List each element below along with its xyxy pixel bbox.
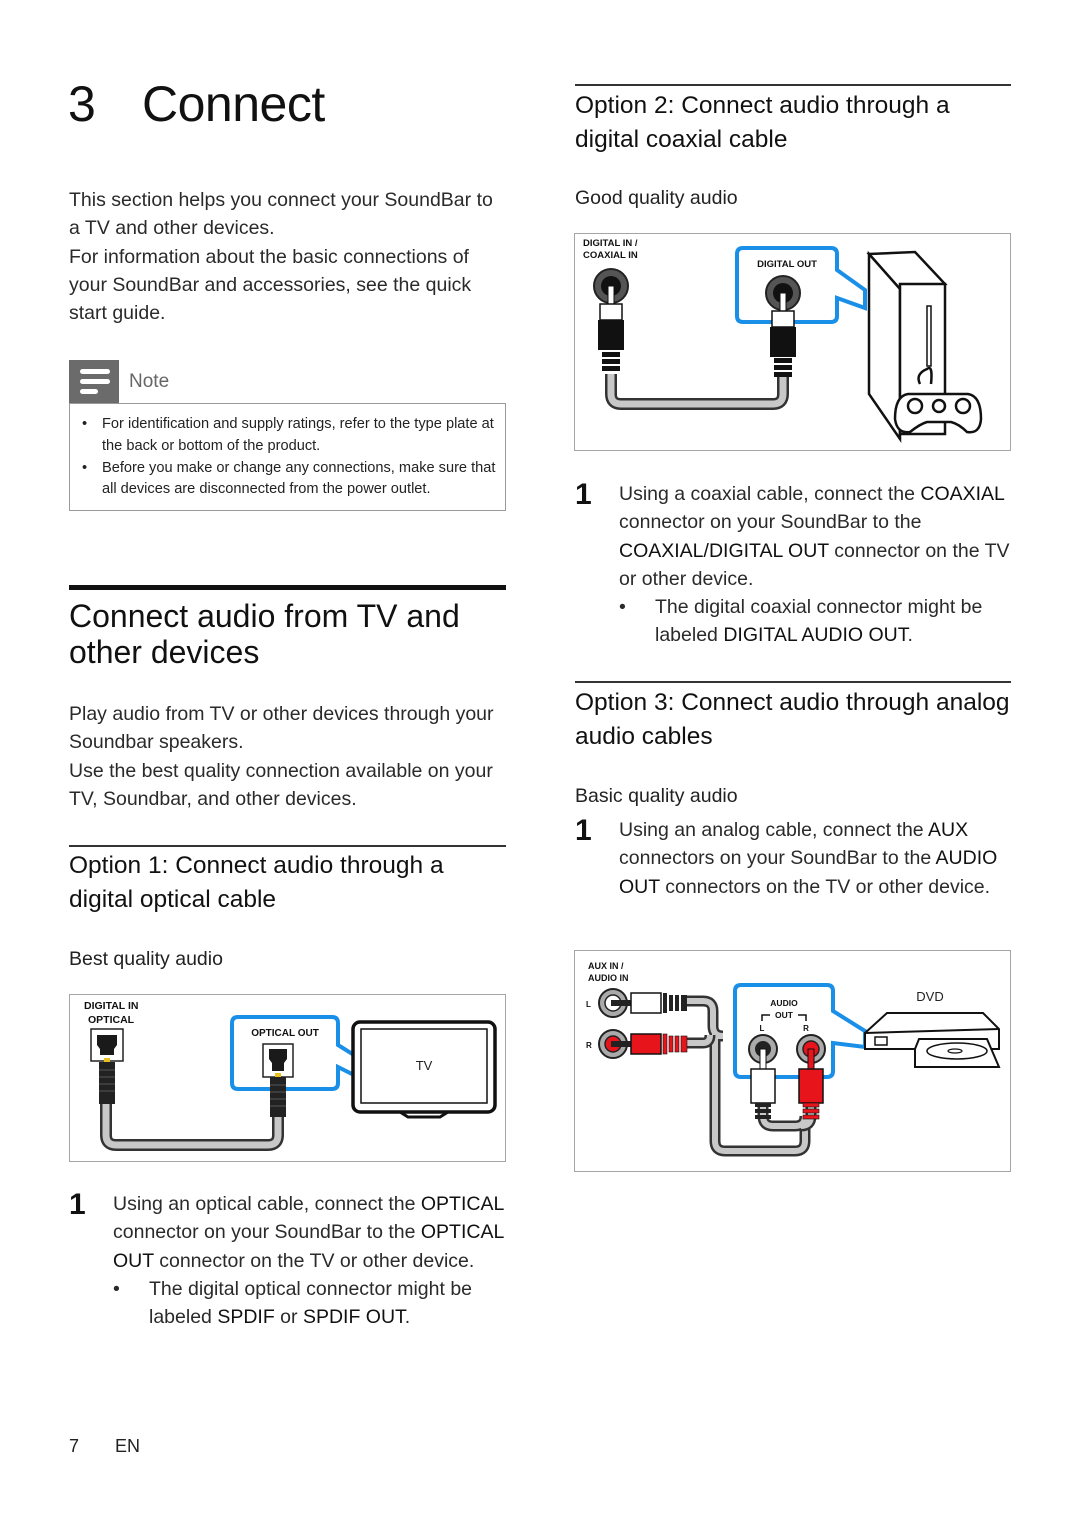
section-rule <box>69 585 506 590</box>
note-list: For identification and supply ratings, r… <box>82 414 497 501</box>
highlight-callout <box>733 983 867 1079</box>
option2-instructions: 1 Using a coaxial cable, connect the COA… <box>575 478 1015 650</box>
option1-rule <box>69 845 506 847</box>
note-header: Note <box>69 360 169 403</box>
option3-rule <box>575 681 1011 683</box>
dvd-label: DVD <box>916 989 943 1004</box>
option2-rule <box>575 84 1011 86</box>
bullet-symbol: • <box>619 596 626 619</box>
optical-plug-icon <box>270 1077 286 1117</box>
device-port-label: DIGITAL OUT <box>757 259 817 270</box>
bullet-text: The digital optical connector might be l… <box>149 1277 473 1329</box>
rca-jack-left-icon <box>598 988 633 1018</box>
intro-paragraph: This section helps you connect your Soun… <box>69 189 493 240</box>
section-title: Connect audio from TV and other devices <box>69 598 460 670</box>
coaxial-connection-diagram: DIGITAL IN / COAXIAL IN DIGITAL OUT <box>574 233 1011 451</box>
step-text: Using an analog cable, connect the AUX c… <box>619 819 998 898</box>
device-port-label: OUT <box>775 1010 794 1020</box>
option3-instructions: 1 Using an analog cable, connect the AUX… <box>575 816 1015 901</box>
soundbar-port-label: DIGITAL IN / <box>583 238 638 249</box>
device-port-label: OPTICAL OUT <box>251 1028 319 1039</box>
note-item: Before you make or change any connection… <box>82 458 497 502</box>
rca-jack-right-icon <box>598 1029 633 1059</box>
option1-quality: Best quality audio <box>69 948 223 970</box>
bullet-symbol: • <box>113 1277 120 1300</box>
soundbar-port-label: AUDIO IN <box>588 973 629 983</box>
optical-cable <box>100 1090 284 1151</box>
section-paragraph: Play audio from TV or other devices thro… <box>69 703 494 754</box>
step-number: 1 <box>575 478 592 511</box>
bullet-text: The digital coaxial connector might be l… <box>655 596 983 647</box>
step-text: Using a coaxial cable, connect the COAXI… <box>619 483 1010 590</box>
right-channel-label: R <box>586 1041 592 1050</box>
left-channel-label: L <box>586 1000 591 1009</box>
optical-plug-icon <box>99 1062 115 1104</box>
rca-plug-white-icon <box>630 992 662 1014</box>
step-item: 1 Using an analog cable, connect the AUX… <box>575 816 1015 901</box>
chapter-heading: 3 Connect <box>68 72 325 136</box>
note-box: For identification and supply ratings, r… <box>69 403 506 511</box>
rca-plug-red-icon <box>798 1068 824 1104</box>
dvd-player-icon <box>864 1012 1001 1068</box>
note-label: Note <box>129 370 170 392</box>
coaxial-plug-icon <box>599 303 623 321</box>
chapter-number: 3 <box>68 76 96 132</box>
step-text: Using an optical cable, connect the OPTI… <box>113 1193 504 1272</box>
option3-quality: Basic quality audio <box>575 785 738 807</box>
section-text: Play audio from TV or other devices thro… <box>69 700 509 813</box>
optical-connection-diagram: DIGITAL IN OPTICAL OPTICAL OUT TV <box>69 994 506 1162</box>
section-paragraph: Use the best quality connection availabl… <box>69 759 493 810</box>
soundbar-port-label: AUX IN / <box>588 961 624 971</box>
rca-plug-white-icon <box>750 1068 776 1104</box>
step-item: 1 Using a coaxial cable, connect the COA… <box>575 478 1015 593</box>
soundbar-port-label: COAXIAL IN <box>583 250 638 261</box>
intro-paragraph: For information about the basic connecti… <box>69 245 472 325</box>
step-number: 1 <box>575 814 592 847</box>
bullet-item: • The digital coaxial connector might be… <box>619 593 1015 650</box>
step-number: 1 <box>69 1188 86 1221</box>
bullet-item: • The digital optical connector might be… <box>113 1275 509 1332</box>
option2-quality: Good quality audio <box>575 187 738 209</box>
svg-text:L: L <box>760 1024 765 1033</box>
page-footer: 7 EN <box>69 1436 140 1457</box>
tv-label: TV <box>416 1058 433 1073</box>
language-code: EN <box>115 1436 141 1456</box>
option2-title: Option 2: Connect audio through a digita… <box>575 92 950 153</box>
step-item: 1 Using an optical cable, connect the OP… <box>69 1190 509 1275</box>
device-port-label: AUDIO <box>770 998 798 1008</box>
page-number: 7 <box>69 1436 80 1456</box>
soundbar-port-label: OPTICAL <box>88 1014 135 1026</box>
option1-title: Option 1: Connect audio through a digita… <box>69 852 444 913</box>
note-item: For identification and supply ratings, r… <box>82 414 497 458</box>
soundbar-port-label: DIGITAL IN <box>84 1000 138 1012</box>
analog-connection-diagram: AUX IN / AUDIO IN L R AUDIO OUT L R DVD <box>574 950 1011 1172</box>
svg-text:R: R <box>803 1024 809 1033</box>
intro-text: This section helps you connect your Soun… <box>69 186 509 327</box>
note-lines-icon <box>69 360 119 403</box>
option3-title: Option 3: Connect audio through analog a… <box>575 689 1010 750</box>
coaxial-plug-icon <box>771 310 795 328</box>
rca-plug-red-icon <box>630 1033 662 1055</box>
chapter-title: Connect <box>142 76 325 132</box>
coaxial-cable <box>605 374 789 410</box>
option1-instructions: 1 Using an optical cable, connect the OP… <box>69 1190 509 1331</box>
